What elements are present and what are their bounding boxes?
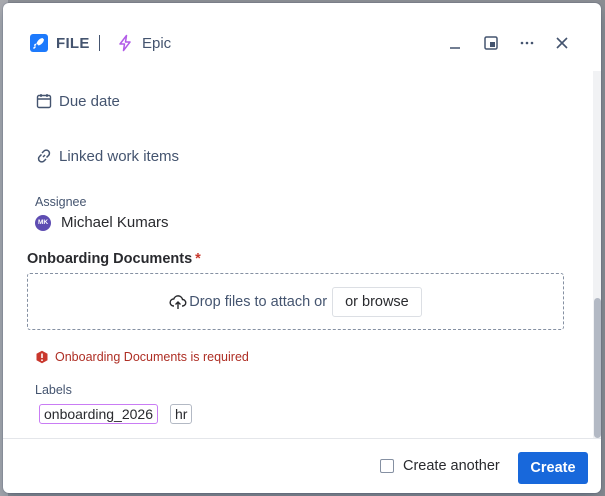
project-selector[interactable]: FILE <box>30 32 90 54</box>
modal-header: FILE Epic <box>3 3 601 71</box>
onboarding-documents-label: Onboarding Documents <box>27 251 193 267</box>
assignee-label: Assignee <box>35 195 87 209</box>
dock-icon <box>484 36 498 50</box>
modal-body: Due date Linked work items Assignee MK M… <box>3 71 601 438</box>
create-another-option[interactable]: Create another <box>380 458 500 474</box>
scrollbar-thumb[interactable] <box>594 298 601 438</box>
minimize-icon <box>448 36 462 50</box>
link-icon <box>35 147 53 165</box>
validation-error: Onboarding Documents is required <box>35 350 249 364</box>
error-icon <box>35 350 49 364</box>
work-type-label: Epic <box>142 34 172 52</box>
linked-work-items-label: Linked work items <box>59 147 180 165</box>
assignee-name: Michael Kumars <box>61 214 169 231</box>
browse-button[interactable]: or browse <box>332 286 422 317</box>
labels-field[interactable]: onboarding_2026 hr <box>39 404 204 424</box>
drop-files-text: Drop files to attach or <box>189 293 328 310</box>
linked-work-items-field[interactable]: Linked work items <box>35 147 179 165</box>
create-another-label: Create another <box>403 458 500 474</box>
close-icon <box>555 36 569 50</box>
create-button[interactable]: Create <box>518 452 588 484</box>
minimize-button[interactable] <box>443 31 467 55</box>
create-work-item-modal: FILE Epic Due date Linked work items Ass… <box>3 3 601 493</box>
required-marker: * <box>195 251 201 267</box>
more-icon <box>519 36 535 50</box>
project-label: FILE <box>56 34 90 52</box>
labels-title: Labels <box>35 383 72 397</box>
label-tag[interactable]: hr <box>170 404 193 424</box>
assignee-field[interactable]: MK Michael Kumars <box>35 214 169 231</box>
close-button[interactable] <box>550 31 574 55</box>
onboarding-documents-title: Onboarding Documents * <box>27 251 201 267</box>
due-date-label: Due date <box>59 92 120 110</box>
lightning-icon <box>116 34 134 52</box>
work-type-selector[interactable]: Epic <box>116 32 171 54</box>
create-another-checkbox[interactable] <box>380 459 394 473</box>
file-dropzone[interactable]: Drop files to attach or or browse <box>27 273 564 330</box>
dock-button[interactable] <box>479 31 503 55</box>
more-options-button[interactable] <box>515 31 539 55</box>
avatar: MK <box>35 214 51 231</box>
breadcrumb-separator <box>99 35 100 51</box>
error-text: Onboarding Documents is required <box>55 350 249 364</box>
calendar-icon <box>35 92 53 110</box>
rocket-icon <box>30 34 48 52</box>
upload-cloud-icon <box>169 293 187 311</box>
due-date-field[interactable]: Due date <box>35 92 120 110</box>
modal-footer: Create another Create <box>3 438 601 493</box>
label-tag[interactable]: onboarding_2026 <box>39 404 158 424</box>
